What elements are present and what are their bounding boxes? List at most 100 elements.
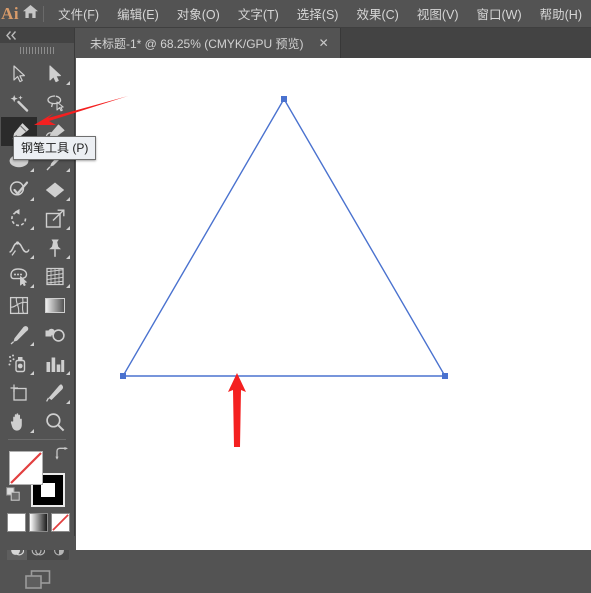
tool-group-corner-icon — [30, 429, 34, 433]
blend-icon — [45, 328, 65, 342]
tool-column-graph[interactable] — [37, 349, 73, 378]
tool-perspective-grid[interactable] — [37, 262, 73, 291]
document-tab-bar: 未标题-1* @ 68.25% (CMYK/GPU 预览) ✕ — [76, 28, 591, 58]
tool-gradient[interactable] — [37, 291, 73, 320]
tool-group-corner-icon — [30, 371, 34, 375]
default-fill-stroke-button[interactable] — [6, 487, 20, 506]
home-icon — [22, 4, 39, 24]
document-tab-title: 未标题-1* @ 68.25% (CMYK/GPU 预览) — [90, 36, 304, 51]
arrow-solid-icon — [13, 64, 25, 82]
tool-eraser[interactable] — [37, 175, 73, 204]
tool-magic-wand[interactable] — [1, 88, 37, 117]
tool-eyedropper[interactable] — [1, 320, 37, 349]
swap-fill-stroke-button[interactable] — [55, 447, 69, 465]
pushpin-icon — [49, 239, 61, 257]
document-tab[interactable]: 未标题-1* @ 68.25% (CMYK/GPU 预览) ✕ — [76, 28, 341, 58]
menu-item-type[interactable]: 文字(T) — [229, 0, 288, 27]
magic-wand-icon — [10, 94, 28, 112]
menu-item-help[interactable]: 帮助(H) — [531, 0, 591, 27]
slice-knife-icon — [46, 383, 64, 402]
arrow-hollow-icon — [49, 64, 61, 82]
bottom-right-anchor-point[interactable] — [442, 373, 448, 379]
symbol-sprayer-icon — [8, 354, 26, 373]
tool-group-corner-icon — [66, 284, 70, 288]
width-icon — [9, 240, 30, 256]
tools-divider — [8, 439, 66, 440]
tool-slice[interactable] — [37, 378, 73, 407]
apex-anchor-point[interactable] — [281, 96, 287, 102]
gradient-icon — [45, 298, 65, 313]
menu-item-select[interactable]: 选择(S) — [288, 0, 348, 27]
mesh-icon — [9, 296, 29, 315]
menu-item-list: 文件(F) 编辑(E) 对象(O) 文字(T) 选择(S) 效果(C) 视图(V… — [49, 0, 591, 27]
pen-tool-tooltip-text: 钢笔工具 (P) — [21, 141, 89, 155]
tool-lasso[interactable] — [37, 88, 73, 117]
tool-group-corner-icon — [66, 197, 70, 201]
tool-group-corner-icon — [30, 168, 34, 172]
triangle-path[interactable] — [121, 97, 447, 377]
tool-symbol-sprayer[interactable] — [1, 349, 37, 378]
tool-group-corner-icon — [66, 81, 70, 85]
perspective-grid-icon — [46, 267, 64, 286]
magnifier-icon — [46, 412, 65, 431]
tool-group-corner-icon — [66, 371, 70, 375]
tool-group-corner-icon — [66, 255, 70, 259]
none-diagonal-icon — [10, 452, 42, 484]
artboard-canvas[interactable] — [76, 58, 591, 550]
rotate-icon — [11, 209, 27, 227]
canvas-drawing — [120, 96, 448, 379]
menu-item-file[interactable]: 文件(F) — [49, 0, 108, 27]
tool-group-corner-icon — [30, 342, 34, 346]
tool-grid — [0, 57, 74, 436]
tool-free-transform[interactable] — [37, 233, 73, 262]
bottom-left-anchor-point[interactable] — [120, 373, 126, 379]
menu-item-view[interactable]: 视图(V) — [408, 0, 468, 27]
shape-builder-icon — [10, 268, 28, 286]
change-screen-mode-icon — [24, 570, 50, 589]
shaper-icon — [9, 180, 29, 196]
tool-group-corner-icon — [30, 284, 34, 288]
swap-arrows-icon — [55, 447, 68, 460]
tool-direct-selection[interactable] — [37, 59, 73, 88]
menu-item-window[interactable]: 窗口(W) — [468, 0, 531, 27]
paint-mode-buttons — [7, 513, 70, 532]
tool-shape-builder[interactable] — [1, 262, 37, 291]
scale-icon — [45, 209, 65, 228]
tool-selection[interactable] — [1, 59, 37, 88]
fill-swatch[interactable] — [9, 451, 43, 485]
color-controls — [0, 443, 75, 593]
menu-separator — [42, 5, 44, 22]
tool-group-corner-icon — [66, 168, 70, 172]
tool-blend[interactable] — [37, 320, 73, 349]
tool-group-corner-icon — [66, 226, 70, 230]
grip-lines-icon — [20, 46, 54, 54]
tool-mesh[interactable] — [1, 291, 37, 320]
color-mode-button[interactable] — [7, 513, 26, 532]
stroke-swatch-inner — [41, 483, 55, 497]
bar-chart-icon — [46, 357, 65, 372]
none-mode-button[interactable] — [51, 513, 70, 532]
tool-hand[interactable] — [1, 407, 37, 436]
tool-artboard[interactable] — [1, 378, 37, 407]
menu-item-edit[interactable]: 编辑(E) — [108, 0, 168, 27]
menu-item-effect[interactable]: 效果(C) — [347, 0, 407, 27]
tool-rotate[interactable] — [1, 204, 37, 233]
menu-bar: Ai 文件(F) 编辑(E) 对象(O) 文字(T) 选择(S) 效果(C) 视… — [0, 0, 591, 28]
tool-zoom[interactable] — [37, 407, 73, 436]
default-colors-icon — [6, 487, 20, 501]
tool-scale[interactable] — [37, 204, 73, 233]
pen-tool-tooltip: 钢笔工具 (P) — [13, 136, 97, 160]
tool-group-corner-icon — [30, 197, 34, 201]
home-button[interactable] — [20, 0, 40, 28]
tool-group-corner-icon — [30, 255, 34, 259]
menu-item-object[interactable]: 对象(O) — [168, 0, 229, 27]
tools-panel-collapse-button[interactable] — [0, 28, 74, 43]
tools-panel-footer — [0, 536, 76, 550]
tool-shaper[interactable] — [1, 175, 37, 204]
screen-mode-button[interactable] — [0, 569, 75, 591]
app-logo-text: Ai — [1, 3, 20, 23]
tools-panel-drag-handle[interactable] — [0, 43, 74, 57]
gradient-mode-button[interactable] — [29, 513, 48, 532]
tool-width[interactable] — [1, 233, 37, 262]
close-icon[interactable]: ✕ — [316, 35, 332, 51]
